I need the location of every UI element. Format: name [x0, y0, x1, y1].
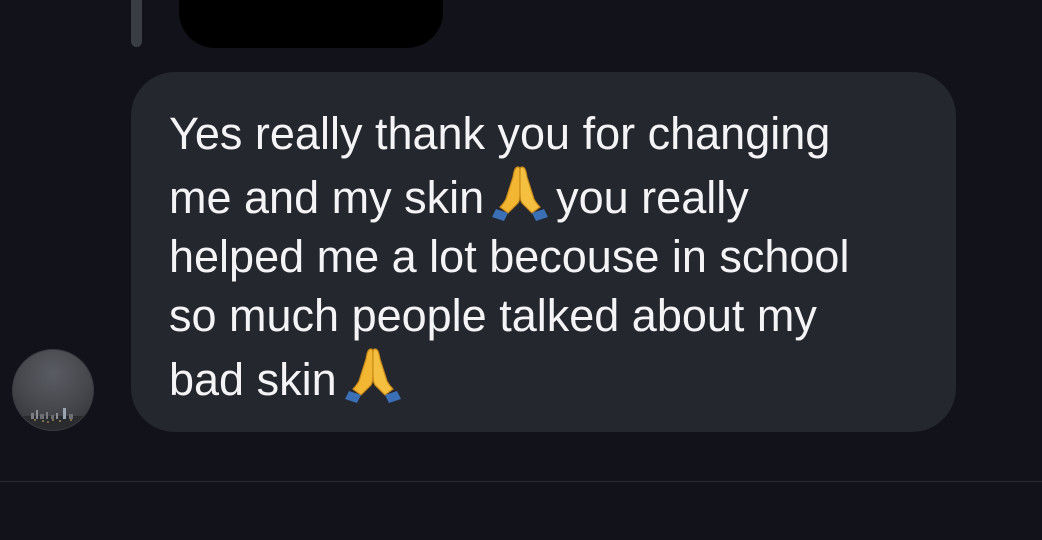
chat-screen: Yes really thank you for changing me and…	[0, 0, 1042, 540]
previous-message-bubble[interactable]	[179, 0, 443, 48]
reply-thread-line	[131, 0, 142, 47]
message-line-2: me and my skin you really	[169, 166, 749, 223]
message-line-1: Yes really thank you for changing	[169, 108, 831, 159]
message-bubble[interactable]: Yes really thank you for changing me and…	[131, 72, 956, 432]
folded-hands-icon	[344, 348, 401, 403]
message-line-5: bad skin	[169, 348, 409, 405]
message-line-3: helped me a lot becouse in school	[169, 231, 850, 282]
section-divider	[0, 481, 1042, 482]
message-line-4: so much people talked about my	[169, 290, 817, 341]
city-skyline-icon	[13, 408, 93, 430]
avatar[interactable]	[12, 349, 94, 431]
message-text: Yes really thank you for changing me and…	[169, 104, 918, 409]
folded-hands-icon	[492, 166, 549, 221]
